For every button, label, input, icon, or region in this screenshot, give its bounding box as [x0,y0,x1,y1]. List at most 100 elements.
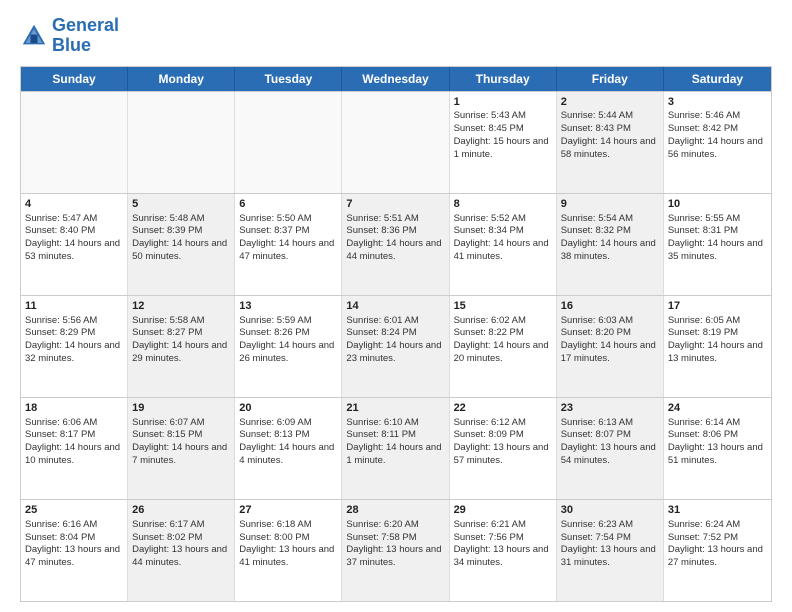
cal-cell: 26 Sunrise: 6:17 AM Sunset: 8:02 PM Dayl… [128,500,235,601]
cal-cell: 29 Sunrise: 6:21 AM Sunset: 7:56 PM Dayl… [450,500,557,601]
sunset-text: Sunset: 8:40 PM [25,225,95,236]
day-number: 25 [25,503,123,518]
day-number: 5 [132,197,230,212]
sunset-text: Sunset: 8:06 PM [668,429,738,440]
daylight-text: Daylight: 13 hours and 47 minutes. [25,544,120,568]
sunset-text: Sunset: 7:56 PM [454,532,524,543]
daylight-text: Daylight: 13 hours and 41 minutes. [239,544,334,568]
sunset-text: Sunset: 7:54 PM [561,532,631,543]
day-number: 20 [239,401,337,416]
page: General Blue SundayMondayTuesdayWednesda… [0,0,792,612]
day-number: 1 [454,95,552,110]
cal-cell: 20 Sunrise: 6:09 AM Sunset: 8:13 PM Dayl… [235,398,342,499]
day-number: 23 [561,401,659,416]
daylight-text: Daylight: 14 hours and 1 minute. [346,442,441,466]
sunrise-text: Sunrise: 6:16 AM [25,519,97,530]
sunrise-text: Sunrise: 6:17 AM [132,519,204,530]
cal-cell: 19 Sunrise: 6:07 AM Sunset: 8:15 PM Dayl… [128,398,235,499]
sunset-text: Sunset: 8:19 PM [668,327,738,338]
daylight-text: Daylight: 14 hours and 47 minutes. [239,238,334,262]
daylight-text: Daylight: 14 hours and 44 minutes. [346,238,441,262]
daylight-text: Daylight: 14 hours and 26 minutes. [239,340,334,364]
daylight-text: Daylight: 14 hours and 13 minutes. [668,340,763,364]
cal-cell: 17 Sunrise: 6:05 AM Sunset: 8:19 PM Dayl… [664,296,771,397]
sunset-text: Sunset: 8:20 PM [561,327,631,338]
calendar-header: SundayMondayTuesdayWednesdayThursdayFrid… [21,67,771,91]
sunset-text: Sunset: 8:00 PM [239,532,309,543]
day-number: 7 [346,197,444,212]
sunset-text: Sunset: 8:24 PM [346,327,416,338]
header-day-thursday: Thursday [450,67,557,91]
daylight-text: Daylight: 14 hours and 7 minutes. [132,442,227,466]
day-number: 12 [132,299,230,314]
daylight-text: Daylight: 13 hours and 27 minutes. [668,544,763,568]
logo-text-line1: General [52,16,119,36]
sunrise-text: Sunrise: 5:56 AM [25,315,97,326]
week-row-3: 11 Sunrise: 5:56 AM Sunset: 8:29 PM Dayl… [21,295,771,397]
cal-cell: 25 Sunrise: 6:16 AM Sunset: 8:04 PM Dayl… [21,500,128,601]
cal-cell: 15 Sunrise: 6:02 AM Sunset: 8:22 PM Dayl… [450,296,557,397]
sunrise-text: Sunrise: 6:01 AM [346,315,418,326]
sunset-text: Sunset: 8:15 PM [132,429,202,440]
cal-cell: 28 Sunrise: 6:20 AM Sunset: 7:58 PM Dayl… [342,500,449,601]
sunrise-text: Sunrise: 6:05 AM [668,315,740,326]
day-number: 3 [668,95,767,110]
day-number: 30 [561,503,659,518]
sunset-text: Sunset: 8:45 PM [454,123,524,134]
sunrise-text: Sunrise: 6:23 AM [561,519,633,530]
sunset-text: Sunset: 8:39 PM [132,225,202,236]
daylight-text: Daylight: 14 hours and 4 minutes. [239,442,334,466]
sunset-text: Sunset: 8:34 PM [454,225,524,236]
logo: General Blue [20,16,119,56]
daylight-text: Daylight: 14 hours and 50 minutes. [132,238,227,262]
calendar: SundayMondayTuesdayWednesdayThursdayFrid… [20,66,772,602]
sunrise-text: Sunrise: 5:47 AM [25,213,97,224]
day-number: 31 [668,503,767,518]
day-number: 6 [239,197,337,212]
sunset-text: Sunset: 8:32 PM [561,225,631,236]
cal-cell: 2 Sunrise: 5:44 AM Sunset: 8:43 PM Dayli… [557,92,664,193]
cal-cell: 1 Sunrise: 5:43 AM Sunset: 8:45 PM Dayli… [450,92,557,193]
sunrise-text: Sunrise: 5:52 AM [454,213,526,224]
cal-cell: 13 Sunrise: 5:59 AM Sunset: 8:26 PM Dayl… [235,296,342,397]
sunset-text: Sunset: 8:29 PM [25,327,95,338]
daylight-text: Daylight: 14 hours and 29 minutes. [132,340,227,364]
day-number: 9 [561,197,659,212]
sunset-text: Sunset: 8:09 PM [454,429,524,440]
sunrise-text: Sunrise: 5:43 AM [454,110,526,121]
sunrise-text: Sunrise: 5:51 AM [346,213,418,224]
day-number: 16 [561,299,659,314]
cal-cell [21,92,128,193]
daylight-text: Daylight: 14 hours and 41 minutes. [454,238,549,262]
cal-cell: 4 Sunrise: 5:47 AM Sunset: 8:40 PM Dayli… [21,194,128,295]
sunset-text: Sunset: 8:31 PM [668,225,738,236]
daylight-text: Daylight: 13 hours and 34 minutes. [454,544,549,568]
day-number: 11 [25,299,123,314]
sunset-text: Sunset: 8:11 PM [346,429,416,440]
week-row-5: 25 Sunrise: 6:16 AM Sunset: 8:04 PM Dayl… [21,499,771,601]
sunrise-text: Sunrise: 5:55 AM [668,213,740,224]
daylight-text: Daylight: 14 hours and 53 minutes. [25,238,120,262]
sunrise-text: Sunrise: 6:07 AM [132,417,204,428]
sunset-text: Sunset: 8:43 PM [561,123,631,134]
day-number: 17 [668,299,767,314]
cal-cell: 22 Sunrise: 6:12 AM Sunset: 8:09 PM Dayl… [450,398,557,499]
day-number: 8 [454,197,552,212]
logo-text-line2: Blue [52,36,119,56]
logo-icon [20,22,48,50]
cal-cell: 18 Sunrise: 6:06 AM Sunset: 8:17 PM Dayl… [21,398,128,499]
header-day-saturday: Saturday [664,67,771,91]
sunrise-text: Sunrise: 6:14 AM [668,417,740,428]
cal-cell: 27 Sunrise: 6:18 AM Sunset: 8:00 PM Dayl… [235,500,342,601]
day-number: 22 [454,401,552,416]
sunrise-text: Sunrise: 5:44 AM [561,110,633,121]
day-number: 13 [239,299,337,314]
header-day-sunday: Sunday [21,67,128,91]
week-row-4: 18 Sunrise: 6:06 AM Sunset: 8:17 PM Dayl… [21,397,771,499]
sunset-text: Sunset: 8:42 PM [668,123,738,134]
week-row-1: 1 Sunrise: 5:43 AM Sunset: 8:45 PM Dayli… [21,91,771,193]
sunrise-text: Sunrise: 6:21 AM [454,519,526,530]
daylight-text: Daylight: 13 hours and 51 minutes. [668,442,763,466]
cal-cell: 9 Sunrise: 5:54 AM Sunset: 8:32 PM Dayli… [557,194,664,295]
day-number: 27 [239,503,337,518]
